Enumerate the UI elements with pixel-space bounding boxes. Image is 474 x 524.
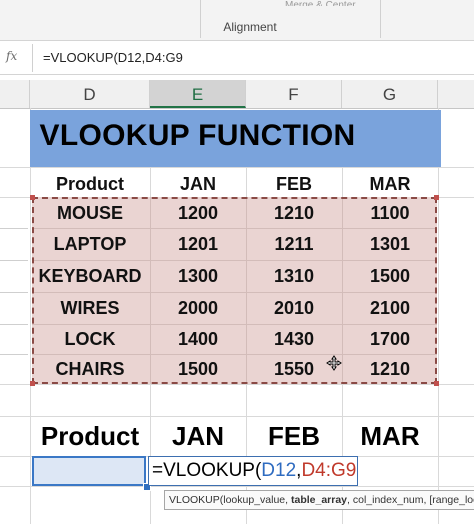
lookup-value-cell[interactable] bbox=[32, 456, 146, 486]
lookup-header-feb: FEB bbox=[268, 421, 320, 451]
formula-prefix: =VLOOKUP( bbox=[152, 460, 262, 481]
alignment-group-label: Alignment bbox=[223, 20, 277, 34]
range-resize-handle[interactable] bbox=[30, 381, 35, 386]
function-argument-tooltip[interactable]: VLOOKUP(lookup_value, table_array, col_i… bbox=[164, 490, 474, 510]
lookup-header-mar: MAR bbox=[360, 421, 420, 451]
ribbon-strip: Merge & Center Alignment bbox=[0, 0, 474, 41]
ribbon-separator bbox=[380, 0, 381, 38]
range-resize-handle[interactable] bbox=[434, 381, 439, 386]
column-header-e[interactable]: E bbox=[150, 80, 246, 108]
tooltip-function[interactable]: VLOOKUP(lookup_value, bbox=[169, 494, 291, 506]
grid-line bbox=[0, 416, 474, 417]
formula-input[interactable]: =VLOOKUP(D12,D4:G9 bbox=[43, 50, 183, 65]
table-header-jan: JAN bbox=[179, 174, 216, 194]
formula-edit-text[interactable]: =VLOOKUP(D12,D4:G9 bbox=[152, 460, 356, 482]
grid-line bbox=[0, 486, 474, 487]
row-header-line bbox=[0, 228, 28, 229]
ribbon-separator bbox=[200, 0, 201, 38]
column-header-f[interactable]: F bbox=[246, 80, 342, 108]
merge-center-button[interactable]: Merge & Center bbox=[285, 0, 375, 6]
formula-ref-range: D4:G9 bbox=[301, 460, 357, 481]
row-header-line bbox=[0, 292, 28, 293]
range-resize-handle[interactable] bbox=[434, 195, 439, 200]
column-header-h[interactable] bbox=[438, 80, 474, 108]
lookup-header-jan: JAN bbox=[171, 421, 224, 451]
formula-bar-divider bbox=[32, 44, 33, 72]
tooltip-rest[interactable]: , col_index_num, [range_lookup]) bbox=[347, 494, 474, 506]
table-header-product: Product bbox=[55, 174, 124, 194]
grid-line bbox=[0, 167, 474, 168]
grid-line bbox=[0, 384, 474, 385]
lookup-header-product: Product bbox=[40, 421, 140, 451]
table-header-mar: MAR bbox=[369, 174, 411, 194]
move-cursor-icon bbox=[326, 355, 342, 371]
select-all-corner[interactable] bbox=[0, 80, 30, 108]
range-resize-handle[interactable] bbox=[30, 195, 35, 200]
sheet-title: VLOOKUP FUNCTION bbox=[39, 119, 356, 152]
column-header-g[interactable]: G bbox=[342, 80, 438, 108]
row-header-line bbox=[0, 354, 28, 355]
grid-line bbox=[438, 108, 439, 524]
formula-ref-lookup: D12 bbox=[261, 460, 297, 481]
row-header-line bbox=[0, 324, 28, 325]
tooltip-active-arg[interactable]: table_array bbox=[291, 494, 347, 506]
insert-function-icon[interactable]: fx bbox=[6, 49, 17, 63]
range-reference-border bbox=[32, 197, 437, 384]
table-header-feb: FEB bbox=[276, 174, 312, 194]
column-header-d[interactable]: D bbox=[30, 80, 150, 108]
row-header-line bbox=[0, 260, 28, 261]
